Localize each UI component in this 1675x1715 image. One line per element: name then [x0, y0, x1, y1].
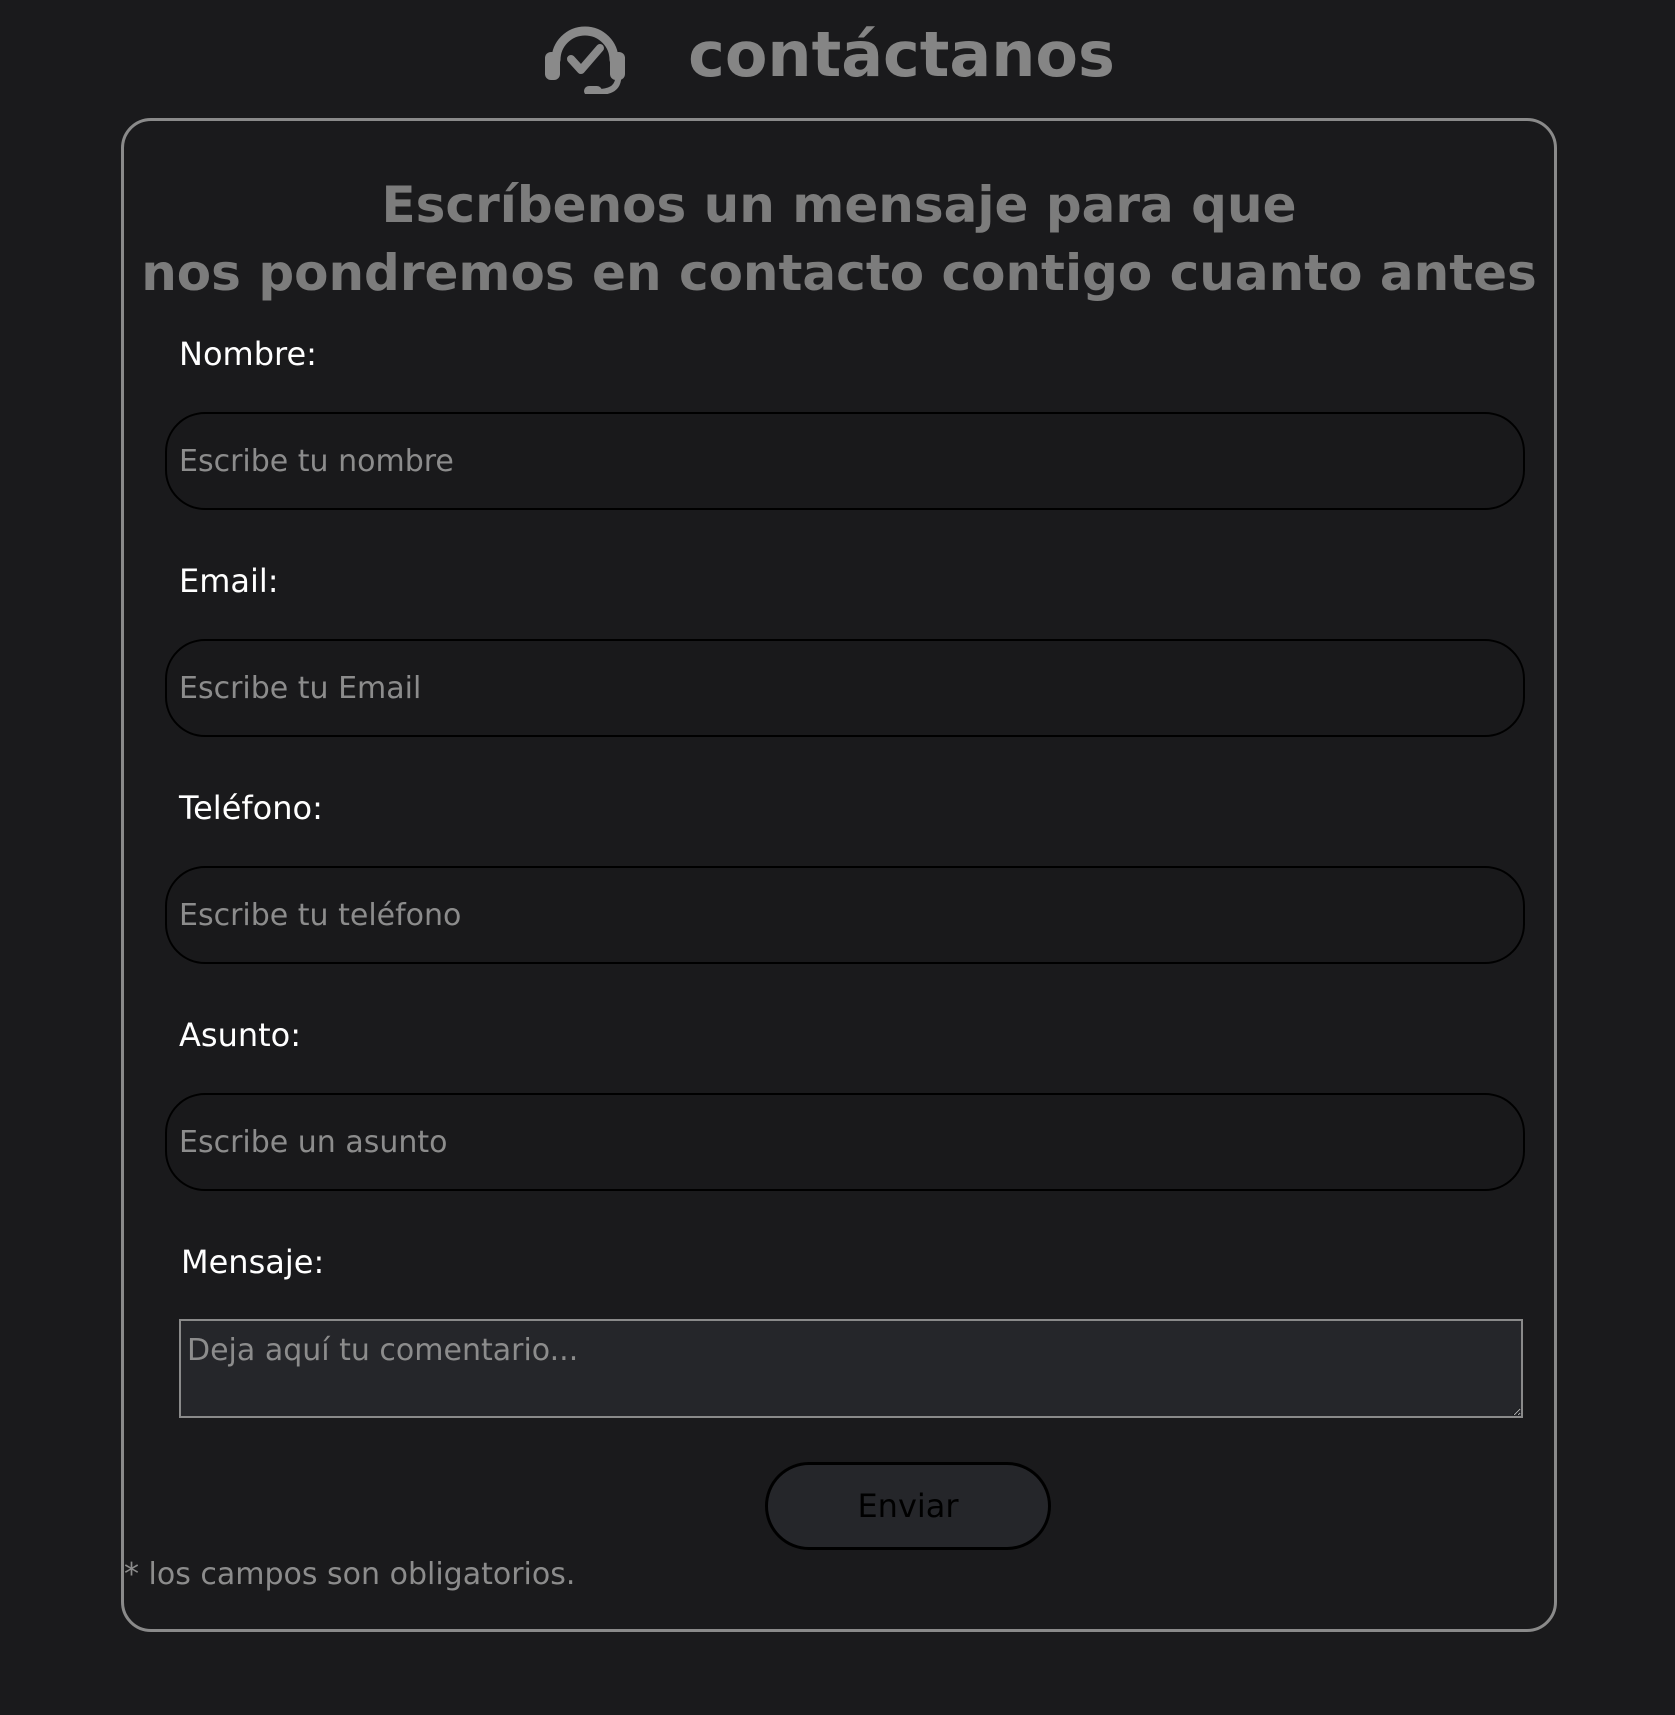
subject-input[interactable] — [165, 1093, 1525, 1191]
phone-input[interactable] — [165, 866, 1525, 964]
send-button[interactable]: Enviar — [765, 1462, 1051, 1550]
page-header: contáctanos — [0, 14, 1675, 94]
page-title: contáctanos — [688, 17, 1115, 91]
phone-label: Teléfono: — [179, 789, 323, 827]
email-label: Email: — [179, 562, 279, 600]
required-fields-note: * los campos son obligatorios. — [124, 1557, 576, 1592]
form-heading-line-1: Escríbenos un mensaje para que — [381, 176, 1297, 234]
form-heading: Escríbenos un mensaje para que nos pondr… — [124, 171, 1554, 307]
message-label: Mensaje: — [181, 1243, 325, 1281]
subject-label: Asunto: — [179, 1016, 302, 1054]
name-label: Nombre: — [179, 335, 317, 373]
form-heading-line-2: nos pondremos en contacto contigo cuanto… — [141, 244, 1537, 302]
message-textarea[interactable] — [179, 1319, 1523, 1418]
headset-check-icon — [545, 26, 626, 94]
name-input[interactable] — [165, 412, 1525, 510]
contact-form: Escríbenos un mensaje para que nos pondr… — [121, 118, 1557, 1632]
email-input[interactable] — [165, 639, 1525, 737]
